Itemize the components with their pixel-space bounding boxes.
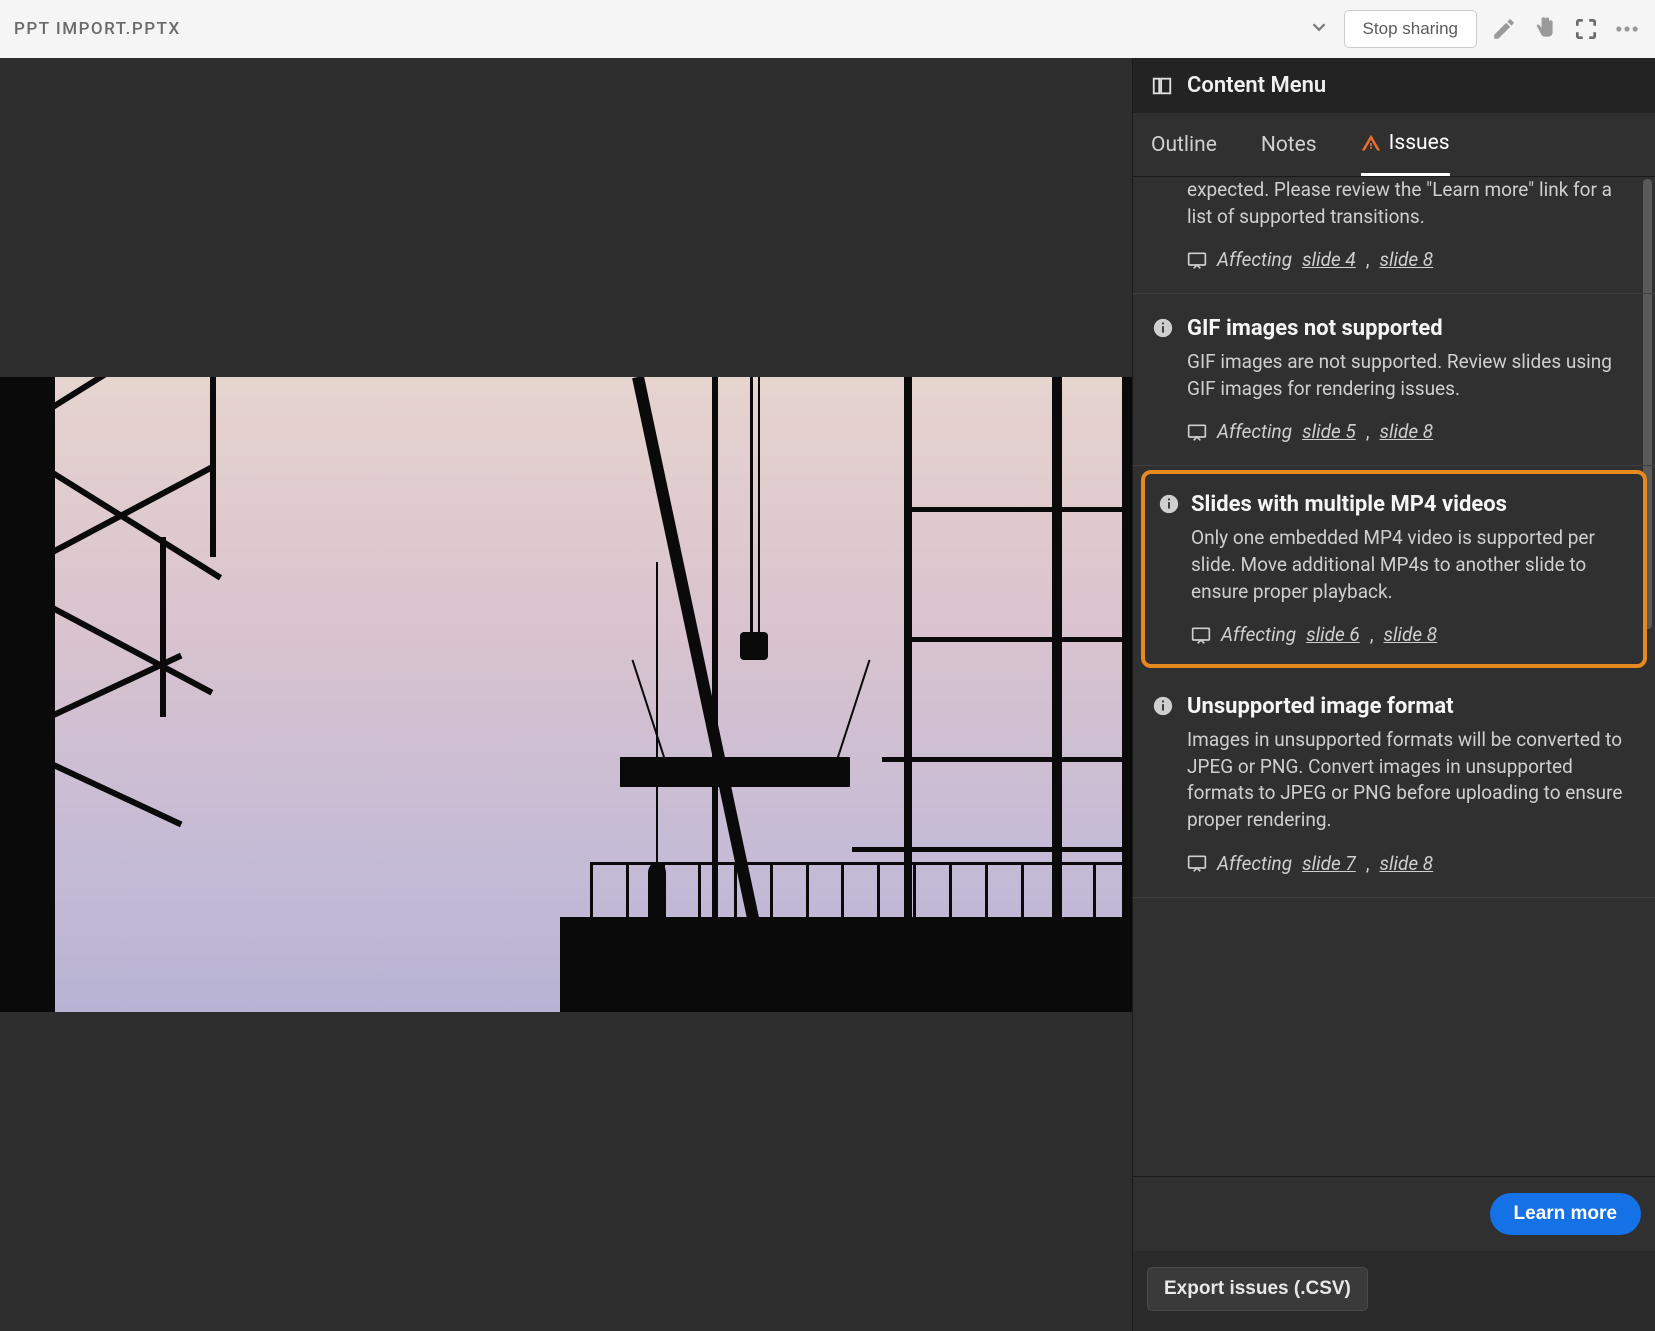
affecting-label: Affecting (1221, 623, 1296, 646)
export-bar: Export issues (.CSV) (1133, 1251, 1655, 1331)
issues-list[interactable]: expected. Please review the "Learn more"… (1133, 177, 1655, 1176)
panel-tabs: Outline Notes Issues (1133, 113, 1655, 177)
panel-layout-icon (1151, 75, 1173, 97)
slide-link[interactable]: slide 8 (1380, 852, 1434, 875)
info-icon (1151, 316, 1175, 340)
issue-title: Unsupported image format (1187, 694, 1629, 719)
tab-issues-label: Issues (1389, 131, 1450, 155)
issue-image-format: Unsupported image format Images in unsup… (1133, 672, 1655, 897)
slide-canvas[interactable] (0, 58, 1132, 1331)
slide-preview-image (0, 377, 1132, 1012)
more-icon[interactable] (1613, 15, 1641, 43)
panel-title: Content Menu (1187, 73, 1326, 98)
issue-gif: GIF images not supported GIF images are … (1133, 294, 1655, 466)
affecting-label: Affecting (1217, 420, 1292, 443)
export-issues-button[interactable]: Export issues (.CSV) (1147, 1267, 1368, 1311)
panel-header: Content Menu (1133, 58, 1655, 113)
issue-transitions: expected. Please review the "Learn more"… (1133, 177, 1655, 294)
learn-more-button[interactable]: Learn more (1490, 1193, 1641, 1235)
hand-icon[interactable] (1531, 15, 1559, 43)
affecting-label: Affecting (1217, 248, 1292, 271)
slide-link[interactable]: slide 7 (1302, 852, 1356, 875)
info-icon (1151, 694, 1175, 718)
learn-more-bar: Learn more (1133, 1176, 1655, 1251)
slide-link[interactable]: slide 4 (1302, 248, 1356, 271)
warning-icon (1361, 133, 1381, 153)
slide-icon (1187, 854, 1207, 872)
slide-link[interactable]: slide 8 (1380, 420, 1434, 443)
tab-issues[interactable]: Issues (1361, 113, 1450, 176)
slide-link[interactable]: slide 8 (1380, 248, 1434, 271)
chevron-down-icon[interactable] (1308, 16, 1330, 42)
issue-title: Slides with multiple MP4 videos (1191, 492, 1625, 517)
slide-link[interactable]: slide 6 (1306, 623, 1360, 646)
tab-notes[interactable]: Notes (1261, 115, 1317, 175)
affecting-label: Affecting (1217, 852, 1292, 875)
slide-link[interactable]: slide 5 (1302, 420, 1356, 443)
issue-title: GIF images not supported (1187, 316, 1629, 341)
slide-link[interactable]: slide 8 (1384, 623, 1438, 646)
content-menu-panel: Content Menu Outline Notes Issues expect… (1132, 58, 1655, 1331)
info-icon (1157, 492, 1181, 516)
slide-icon (1187, 251, 1207, 269)
tab-outline[interactable]: Outline (1151, 115, 1217, 175)
issue-description: GIF images are not supported. Review sli… (1187, 349, 1629, 402)
issue-description: Only one embedded MP4 video is supported… (1191, 525, 1625, 605)
issue-description: Images in unsupported formats will be co… (1187, 727, 1629, 833)
slide-icon (1191, 626, 1211, 644)
topbar: PPT IMPORT.PPTX Stop sharing (0, 0, 1655, 58)
issue-mp4-highlighted[interactable]: Slides with multiple MP4 videos Only one… (1141, 470, 1647, 668)
stop-sharing-button[interactable]: Stop sharing (1344, 10, 1477, 48)
slide-icon (1187, 423, 1207, 441)
file-title: PPT IMPORT.PPTX (14, 19, 181, 39)
pen-icon[interactable] (1491, 16, 1517, 42)
issue-description: expected. Please review the "Learn more"… (1187, 177, 1629, 230)
fullscreen-icon[interactable] (1573, 16, 1599, 42)
